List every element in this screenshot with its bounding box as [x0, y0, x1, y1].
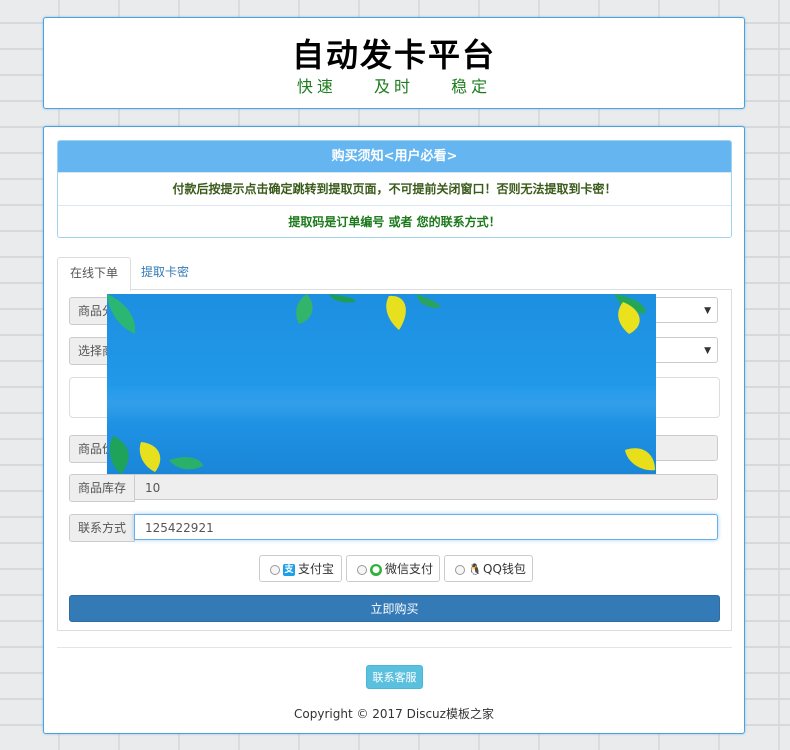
stock-field: 10	[134, 474, 718, 500]
copyright: Copyright © 2017 Discuz模板之家	[294, 707, 494, 721]
contact-input[interactable]: 125422921	[134, 514, 718, 540]
tab-online-order[interactable]: 在线下单	[57, 257, 132, 291]
pay-option-wechat[interactable]: ● 微信支付	[346, 555, 440, 582]
leaves-decoration	[107, 294, 655, 474]
slogan: 快速 及时 稳定	[44, 73, 744, 97]
stock-label: 商品库存	[69, 474, 135, 502]
header-panel: 自动发卡平台 快速 及时 稳定	[43, 17, 745, 109]
contact-label: 联系方式	[69, 514, 135, 542]
notice-heading: 购买须知<用户必看>	[58, 141, 731, 172]
stock-row: 商品库存 10	[69, 474, 720, 502]
order-tabs: 在线下单 提取卡密	[57, 257, 732, 291]
tab-extract-card[interactable]: 提取卡密	[129, 257, 201, 288]
wechat-radio[interactable]	[357, 564, 367, 575]
purchase-notice: 购买须知<用户必看> 付款后按提示点击确定跳转到提取页面，不可提前关闭窗口！否则…	[57, 140, 732, 238]
alipay-label: 支付宝	[298, 562, 335, 576]
notice-line-extract-code: 提取码是订单编号 或者 您的联系方式！	[58, 205, 731, 237]
notice-line-payment: 付款后按提示点击确定跳转到提取页面，不可提前关闭窗口！否则无法提取到卡密！	[58, 172, 731, 205]
qq-radio[interactable]	[455, 564, 465, 575]
contact-service-button[interactable]: 联系客服	[366, 665, 423, 689]
payment-options: 支支付宝 ● 微信支付 🐧QQ钱包	[259, 555, 539, 584]
alipay-radio[interactable]	[270, 564, 280, 575]
wechat-icon: ●	[370, 563, 382, 576]
chevron-down-icon: ▼	[704, 306, 711, 316]
pay-option-qq[interactable]: 🐧QQ钱包	[444, 555, 533, 582]
contact-row: 联系方式 125422921	[69, 514, 720, 542]
slogan-timely: 及时	[373, 77, 414, 96]
ad-banner[interactable]	[107, 294, 656, 474]
site-title: 自动发卡平台	[291, 36, 496, 74]
divider	[57, 647, 732, 648]
buy-now-button[interactable]: 立即购买	[69, 595, 720, 622]
pay-option-alipay[interactable]: 支支付宝	[259, 555, 342, 582]
slogan-stable: 稳定	[451, 77, 492, 96]
qq-label: QQ钱包	[483, 562, 526, 576]
chevron-down-icon: ▼	[704, 346, 711, 356]
qq-penguin-icon: 🐧	[468, 562, 482, 576]
wechat-label: 微信支付	[385, 562, 434, 576]
slogan-fast: 快速	[296, 77, 337, 96]
alipay-icon: 支	[283, 563, 295, 576]
